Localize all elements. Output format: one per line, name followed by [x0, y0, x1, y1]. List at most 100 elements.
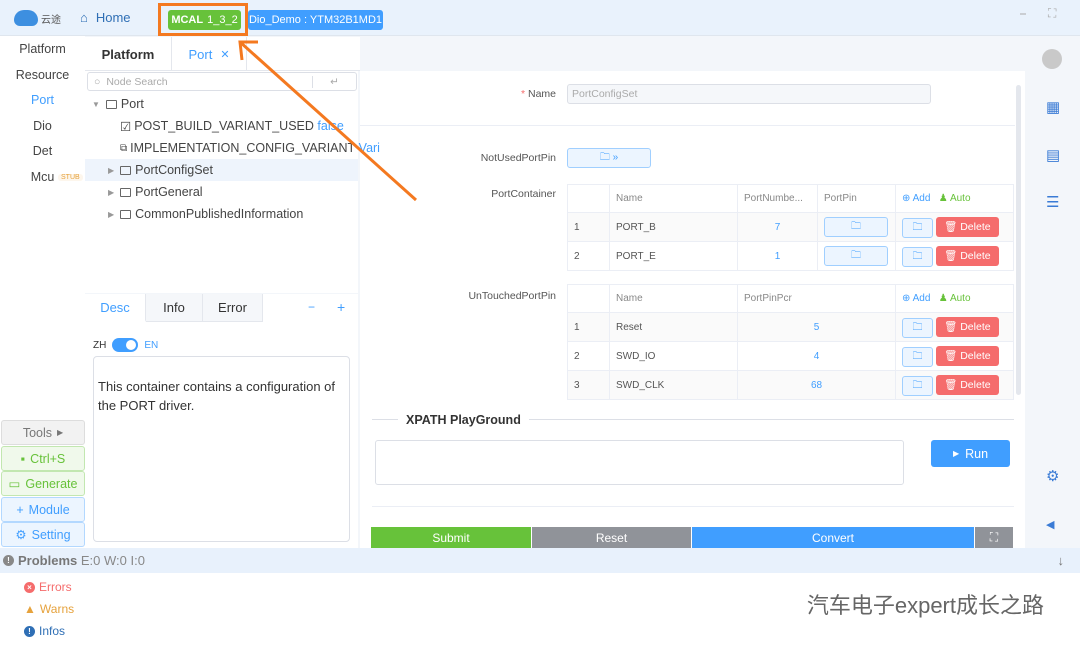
generate-button[interactable]: ▭ Generate [1, 471, 85, 496]
folder-icon [120, 187, 132, 197]
gear-icon: ⚙ [15, 528, 27, 542]
warns-item[interactable]: ▲ Warns [24, 602, 74, 616]
settings-icon[interactable]: ⚙ [1046, 467, 1059, 485]
submit-button[interactable]: Submit [371, 527, 531, 548]
module-sidebar: Platform Resource Port Dio Det STUB Mcu … [0, 36, 85, 548]
folder-button[interactable]: 🗀 [902, 217, 933, 238]
auto-button[interactable]: ♟ Auto [939, 193, 971, 204]
delete-button[interactable]: 🗑 Delete [935, 316, 999, 337]
folder-icon [105, 99, 117, 109]
table-row: 1 Reset 5 🗀 🗑 Delete [567, 312, 1014, 342]
table-row: 1 PORT_B 7 🗀 🗀 🗑 Delete [567, 212, 1014, 242]
convert-button[interactable]: Convert [692, 527, 974, 548]
add-button[interactable]: ⊕ Add [902, 293, 930, 304]
name-input[interactable]: PortConfigSet [567, 84, 931, 104]
caret-down-icon: ▼ [92, 99, 100, 109]
plus-icon: + [16, 502, 24, 517]
run-button[interactable]: ▶ Run [931, 440, 1010, 467]
cloud-logo-icon [14, 10, 38, 26]
save-icon: ▪ [20, 451, 26, 466]
toggle-switch[interactable] [112, 338, 139, 352]
error-icon: × [24, 581, 35, 593]
close-icon[interactable]: ✕ [220, 48, 229, 61]
problems-bar[interactable]: ! Problems E:0 W:0 I:0 ↓ [0, 548, 1080, 573]
setting-button[interactable]: ⚙ Setting [1, 522, 85, 547]
portpin-folder-button[interactable]: 🗀 [824, 217, 888, 237]
add-button[interactable]: ⊕ Add [902, 193, 930, 204]
sliders-icon[interactable]: ☰ [1046, 193, 1059, 211]
home-icon: ⌂ [80, 10, 88, 25]
save-button[interactable]: ▪ Ctrl+S [1, 446, 85, 471]
alert-icon: ! [3, 555, 14, 566]
auto-button[interactable]: ♟ Auto [939, 293, 971, 304]
sidebar-item-mcu[interactable]: Mcu [0, 170, 85, 184]
fullscreen-button[interactable]: ⛶ [975, 527, 1013, 548]
folder-button[interactable]: 🗀 [902, 246, 933, 267]
sidebar-item-resource[interactable]: Resource [0, 68, 85, 82]
xpath-title: XPATH PlayGround [398, 413, 529, 427]
scrollbar[interactable] [1016, 85, 1021, 395]
folder-button[interactable]: 🗀 [902, 317, 933, 338]
description-panel: Desc Info Error − + ZH EN This container… [85, 294, 358, 548]
minimize-icon[interactable]: ⎯ [1020, 6, 1026, 21]
untouched-pin-table: Name PortPinPcr ⊕ Add ♟ Auto 1 Reset 5 🗀 🗑 De… [567, 284, 1014, 400]
tab-platform[interactable]: Platform [85, 37, 172, 71]
config-form: * Name PortConfigSet NotUsedPortPin 🗀 » … [360, 71, 1025, 548]
tree-node-common[interactable]: ▶ CommonPublishedInformation [85, 203, 358, 225]
right-toolbar: ▦ ▤ ☰ ⚙ ◀ [1030, 36, 1080, 548]
sidebar-item-dio[interactable]: Dio [0, 119, 85, 133]
maximize-icon[interactable]: ⛶ [1048, 6, 1056, 21]
reset-button[interactable]: Reset [532, 527, 691, 548]
collapse-icon[interactable]: − [308, 300, 315, 314]
sidebar-item-det[interactable]: Det [0, 144, 85, 158]
collapse-left-icon[interactable]: ◀ [1046, 518, 1054, 531]
home-button[interactable]: ⌂ Home [80, 10, 131, 25]
document-icon[interactable]: ▤ [1046, 146, 1060, 164]
arrow-down-icon[interactable]: ↓ [1058, 553, 1065, 568]
portpin-folder-button[interactable]: 🗀 [824, 246, 888, 266]
errors-item[interactable]: × Errors [24, 580, 72, 594]
sidebar-item-platform[interactable]: Platform [0, 42, 85, 56]
description-text: This container contains a configuration … [93, 356, 350, 542]
delete-button[interactable]: 🗑 Delete [935, 374, 999, 395]
expand-icon[interactable]: + [337, 299, 345, 315]
search-icon: ○ [94, 75, 101, 88]
caret-right-icon: ▶ [108, 187, 115, 197]
folder-icon [120, 209, 132, 219]
infos-item[interactable]: ! Infos [24, 624, 65, 638]
tab-desc[interactable]: Desc [85, 294, 146, 322]
port-container-table: Name PortNumbe... PortPin ⊕ Add ♟ Auto 1 POR… [567, 184, 1014, 271]
tab-error[interactable]: Error [203, 294, 263, 322]
language-toggle[interactable]: ZH EN [93, 338, 158, 352]
delete-button[interactable]: 🗑 Delete [935, 345, 999, 366]
table-row: 2 PORT_E 1 🗀 🗀 🗑 Delete [567, 241, 1014, 271]
delete-button[interactable]: 🗑 Delete [935, 245, 999, 266]
tab-info[interactable]: Info [146, 294, 203, 322]
select-icon: ⧉ [120, 142, 128, 154]
add-module-button[interactable]: + Module [1, 497, 85, 522]
play-icon: ▶ [952, 449, 960, 458]
annotation-arrow [238, 40, 418, 202]
sidebar-item-port[interactable]: Port [0, 93, 85, 107]
xpath-input[interactable] [375, 440, 904, 485]
table-row: 3 SWD_CLK 68 🗀 🗑 Delete [567, 370, 1014, 400]
folder-button[interactable]: 🗀 [902, 375, 933, 396]
avatar[interactable] [1042, 49, 1062, 69]
highlight-box [158, 3, 248, 36]
not-used-folder-button[interactable]: 🗀 » [567, 148, 651, 168]
watermark: 汽车电子expert成长之路 [806, 593, 1044, 618]
folder-button[interactable]: 🗀 [902, 346, 933, 367]
caret-right-icon: ▶ [108, 209, 115, 219]
project-badge[interactable]: Dio_Demo : YTM32B1MD1 [248, 10, 383, 30]
box-icon: ▭ [8, 477, 21, 491]
delete-button[interactable]: 🗑 Delete [935, 216, 999, 237]
logo: 云途 [14, 8, 64, 28]
table-row: 2 SWD_IO 4 🗀 🗑 Delete [567, 341, 1014, 371]
container-label: PortContainer [491, 188, 556, 200]
grid-icon[interactable]: ▦ [1046, 98, 1060, 116]
tools-button[interactable]: Tools ▶ [1, 420, 85, 445]
untouched-label: UnTouchedPortPin [468, 290, 556, 302]
warning-icon: ▲ [24, 602, 36, 616]
info-icon: ! [24, 625, 35, 637]
name-label: * Name [520, 88, 556, 100]
